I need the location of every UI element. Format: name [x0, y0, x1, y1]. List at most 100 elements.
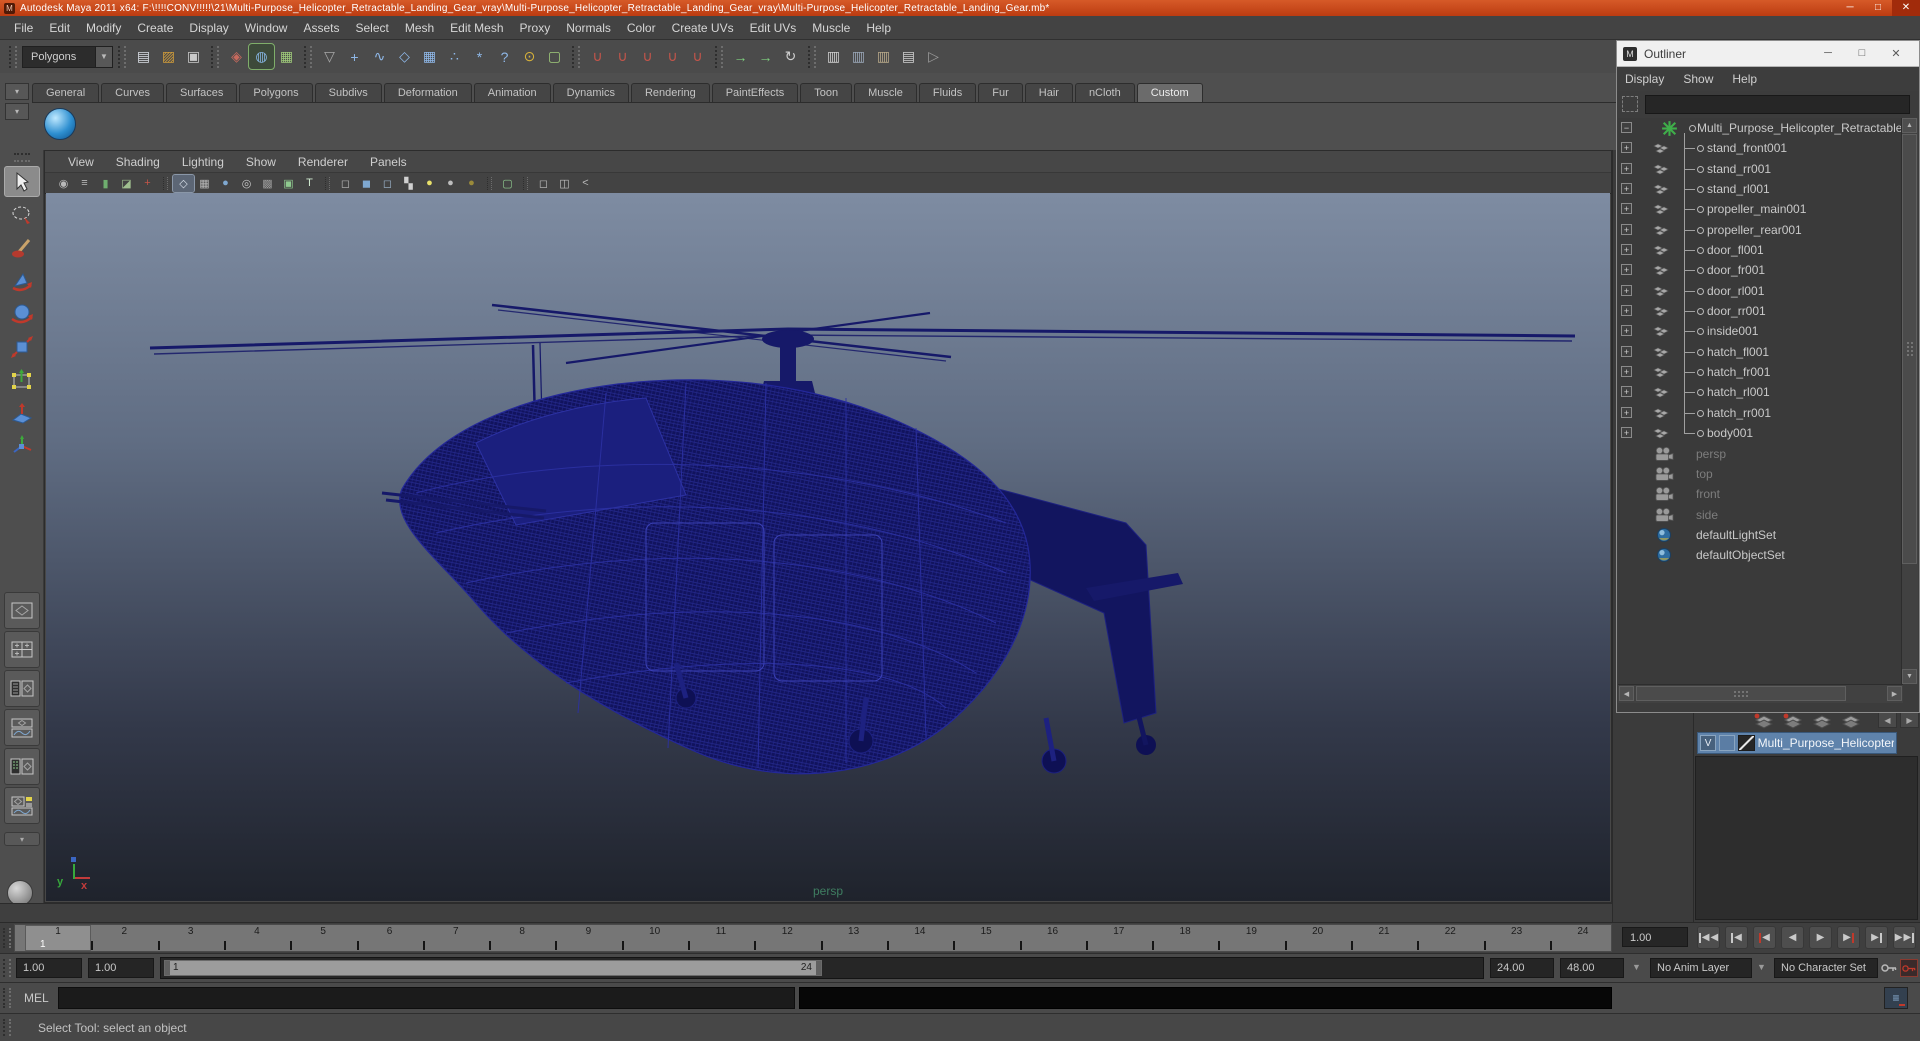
scroll-right-icon[interactable]: ▶: [1887, 686, 1902, 701]
menu-file[interactable]: File: [6, 21, 41, 35]
menu-modify[interactable]: Modify: [78, 21, 129, 35]
step-forward-frame-button[interactable]: ▶: [1865, 926, 1888, 949]
render-current-frame-icon[interactable]: ▥: [821, 44, 846, 69]
shelf-tab-deformation[interactable]: Deformation: [383, 83, 472, 102]
range-end-handle[interactable]: [816, 961, 821, 975]
universal-manipulator-tool[interactable]: [4, 364, 40, 395]
shelf-tab-surfaces[interactable]: Surfaces: [165, 83, 238, 102]
shelf-tab-hair[interactable]: Hair: [1024, 83, 1073, 102]
render-view-icon[interactable]: ▥: [846, 44, 871, 69]
isolate-add-icon[interactable]: ◫: [554, 175, 575, 192]
expand-icon[interactable]: +: [1621, 305, 1632, 317]
smooth-shade-icon[interactable]: ●: [215, 175, 236, 192]
selection-highlight-icon[interactable]: ▢: [497, 175, 518, 192]
menu-window[interactable]: Window: [237, 21, 296, 35]
outliner-row-propeller-rear001[interactable]: + propeller_rear001: [1618, 219, 1903, 241]
maximize-button[interactable]: □: [1864, 0, 1892, 16]
image-plane-icon[interactable]: ◪: [116, 175, 137, 192]
outliner-minimize-button[interactable]: ─: [1811, 47, 1845, 60]
menu-color[interactable]: Color: [619, 21, 664, 35]
menu-assets[interactable]: Assets: [295, 21, 347, 35]
layout-shortcuts-dropdown-icon[interactable]: ▾: [4, 832, 40, 846]
toolbox-grip[interactable]: [14, 153, 30, 162]
select-mask-deformations-icon[interactable]: ▦: [417, 44, 442, 69]
select-camera-icon[interactable]: ◉: [53, 175, 74, 192]
selected-lights-icon[interactable]: ●: [461, 175, 482, 192]
input-connections-icon[interactable]: →: [728, 44, 753, 69]
shelf-tab-subdivs[interactable]: Subdivs: [314, 83, 382, 102]
snap-to-point-icon[interactable]: ∪: [635, 44, 660, 69]
soft-modification-tool[interactable]: [4, 397, 40, 428]
go-to-start-button[interactable]: ◀ ◀: [1697, 926, 1720, 949]
menu-edit[interactable]: Edit: [41, 21, 78, 35]
menu-help[interactable]: Help: [858, 21, 899, 35]
outliner-row-hatch-rl001[interactable]: + hatch_rl001: [1618, 382, 1903, 403]
outliner-row-body001[interactable]: + body001: [1618, 423, 1903, 443]
shelf-tab-custom[interactable]: Custom: [1136, 83, 1203, 102]
time-slider-track[interactable]: 1 1 2 3 4 5 6 7 8 9 10 11 12 13 14 15 16 17 18 19 20 21 22 23 2…: [14, 924, 1612, 952]
menu-muscle[interactable]: Muscle: [804, 21, 858, 35]
outliner-row-door-rr001[interactable]: + door_rr001: [1618, 301, 1903, 322]
layer-list-empty-area[interactable]: [1695, 756, 1918, 920]
menu-create-uvs[interactable]: Create UVs: [664, 21, 742, 35]
camera-bookmark-icon[interactable]: ▮: [95, 175, 116, 192]
shelf-tab-fur[interactable]: Fur: [978, 83, 1023, 102]
xray-icon[interactable]: ▩: [257, 175, 278, 192]
select-by-object-icon[interactable]: ◍: [248, 43, 275, 70]
expand-icon[interactable]: +: [1621, 162, 1632, 174]
helicopter-wireframe-model[interactable]: [46, 193, 1610, 901]
shelf-tab-general[interactable]: General: [32, 83, 100, 102]
go-to-end-button[interactable]: ▶ ▶: [1893, 926, 1916, 949]
command-line-grip[interactable]: [3, 988, 11, 1008]
select-by-hierarchy-icon[interactable]: ◈: [224, 44, 249, 69]
outliner-row-stand-rr001[interactable]: + stand_rr001: [1618, 158, 1903, 180]
textured-icon[interactable]: T: [299, 175, 320, 192]
character-set-selector[interactable]: No Character Set: [1774, 958, 1878, 978]
toolbar-overflow-icon[interactable]: ▷: [921, 44, 946, 69]
outliner-menu-show[interactable]: Show: [1683, 72, 1713, 86]
graph-pane-layout[interactable]: [4, 709, 40, 746]
share-icon[interactable]: <: [575, 175, 596, 192]
outliner-row-door-fr001[interactable]: + door_fr001: [1618, 260, 1903, 281]
outliner-row-root[interactable]: − Multi_Purpose_Helicopter_Retractable_La…: [1618, 118, 1903, 139]
make-live-icon[interactable]: ∪: [685, 44, 710, 69]
lock-selection-icon[interactable]: ⊙: [517, 44, 542, 69]
outliner-row-top[interactable]: top: [1618, 464, 1903, 484]
select-tool[interactable]: [4, 166, 40, 197]
anim-layer-selector[interactable]: No Anim Layer: [1650, 958, 1752, 978]
dock-scroll-right-button[interactable]: ▶: [1900, 712, 1919, 728]
shaded-cube-icon[interactable]: ◼: [356, 175, 377, 192]
playback-options-dropdown-icon[interactable]: ▼: [1632, 962, 1641, 972]
shelf-tab-rendering[interactable]: Rendering: [630, 83, 710, 102]
outliner-row-door-fl001[interactable]: + door_fl001: [1618, 240, 1903, 261]
chevron-down-icon[interactable]: ▼: [95, 46, 112, 67]
scroll-down-icon[interactable]: ▼: [1902, 669, 1917, 684]
highlight-selection-icon[interactable]: ▢: [542, 44, 567, 69]
expand-icon[interactable]: +: [1621, 366, 1632, 378]
scale-tool[interactable]: [4, 331, 40, 362]
select-mask-rendering-icon[interactable]: *: [467, 44, 492, 69]
menu-display[interactable]: Display: [181, 21, 236, 35]
expand-icon[interactable]: +: [1621, 386, 1632, 398]
custom-shelf-script-button[interactable]: [44, 108, 76, 140]
outliner-horizontal-scrollbar[interactable]: ◀ ▶: [1618, 684, 1903, 703]
default-light-icon[interactable]: ●: [440, 175, 461, 192]
play-forwards-button[interactable]: ▶: [1809, 926, 1832, 949]
outliner-pane-layout[interactable]: [4, 670, 40, 707]
outliner-row-door-rl001[interactable]: + door_rl001: [1618, 280, 1903, 302]
last-tool-slot[interactable]: [4, 463, 40, 494]
snap-to-plane-icon[interactable]: ∪: [660, 44, 685, 69]
selection-mask-dropdown-icon[interactable]: ▽: [317, 44, 342, 69]
toolbar-grip[interactable]: [9, 45, 17, 68]
time-slider-grip[interactable]: [3, 928, 11, 948]
outliner-row-stand-rl001[interactable]: + stand_rl001: [1618, 179, 1903, 200]
outliner-close-button[interactable]: ✕: [1879, 47, 1913, 60]
outliner-search-input[interactable]: [1645, 94, 1910, 114]
outliner-row-hatch-rr001[interactable]: + hatch_rr001: [1618, 402, 1903, 424]
output-connections-icon[interactable]: →: [753, 44, 778, 69]
panel-menu-renderer[interactable]: Renderer: [287, 155, 359, 169]
outliner-menu-display[interactable]: Display: [1625, 72, 1664, 86]
animation-start-field[interactable]: 1.00: [16, 958, 82, 978]
menu-normals[interactable]: Normals: [558, 21, 619, 35]
scroll-up-icon[interactable]: ▲: [1902, 118, 1917, 133]
